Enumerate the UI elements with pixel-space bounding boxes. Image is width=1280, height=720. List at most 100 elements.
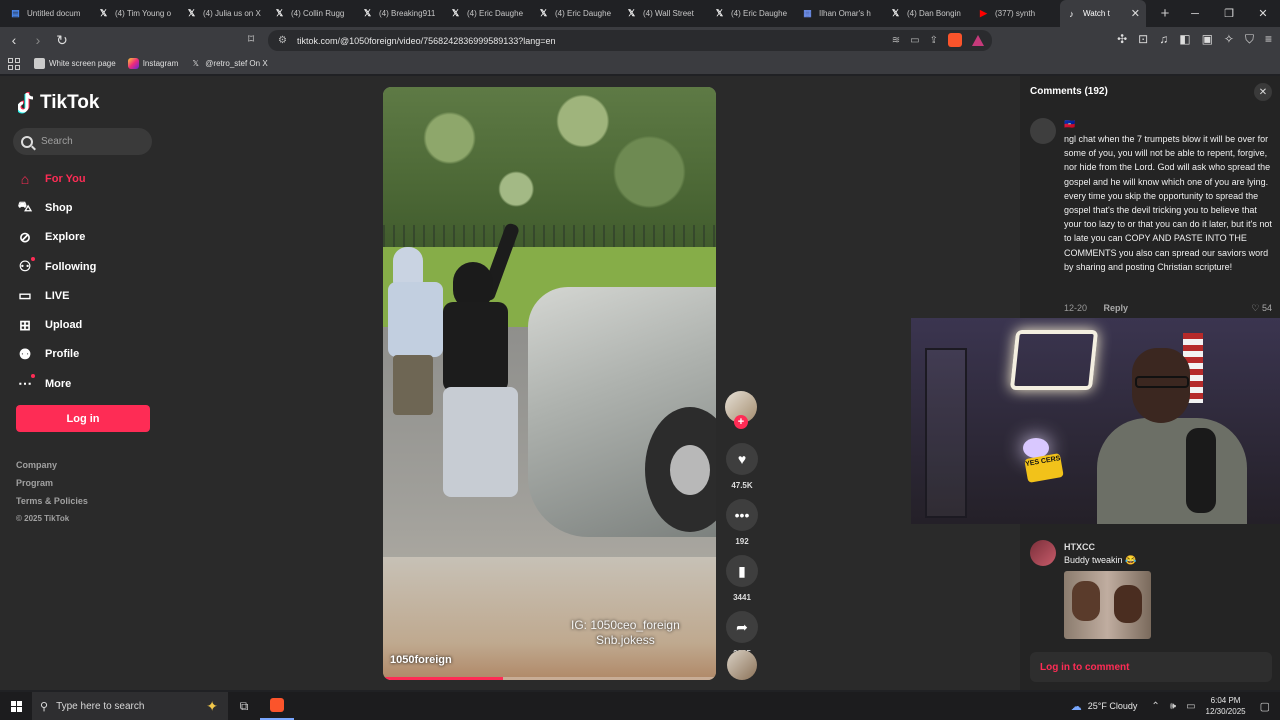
- cast-icon[interactable]: ▭: [910, 35, 919, 46]
- clock[interactable]: 6:04 PM 12/30/2025: [1206, 695, 1246, 717]
- webcam-shelf: [925, 348, 967, 518]
- search-placeholder: Search: [41, 136, 73, 147]
- tab-9[interactable]: ▦ Ilhan Omar's h: [796, 0, 884, 27]
- tab-12[interactable]: ♪ Watch t ✕: [1060, 0, 1146, 27]
- brave-shields-icon[interactable]: [948, 33, 962, 47]
- url-text: tiktok.com/@1050foreign/video/7568242836…: [296, 35, 556, 46]
- extensions-icon[interactable]: ✣: [1117, 32, 1127, 47]
- tab-title: (4) Wall Street: [643, 9, 694, 18]
- bookmark-retro-stef[interactable]: 𝕏 @retro_stef On X: [190, 58, 268, 69]
- vpn-shield-icon[interactable]: ⛉: [1245, 32, 1254, 47]
- nav-item-more[interactable]: ⋯ More: [16, 369, 96, 398]
- music-disc-icon[interactable]: [727, 650, 757, 680]
- comment-username[interactable]: 🇭🇹: [1064, 119, 1075, 130]
- close-tab-icon[interactable]: ✕: [1131, 7, 1140, 20]
- tab-6[interactable]: 𝕏 (4) Eric Daughe: [532, 0, 620, 27]
- reader-mode-icon[interactable]: ≋: [892, 35, 900, 46]
- login-button[interactable]: Log in: [16, 405, 150, 432]
- video-player[interactable]: IG: 1050ceo_foreign Snb.jokess 1050forei…: [383, 87, 716, 680]
- weather-widget[interactable]: ☁ 25°F Cloudy: [1071, 700, 1138, 713]
- nav-item-compass[interactable]: ⊘ Explore: [16, 223, 96, 252]
- leo-ai-icon[interactable]: ✧: [1224, 32, 1234, 47]
- tiktok-logo[interactable]: TikTok: [18, 92, 99, 114]
- close-window-icon[interactable]: ✕: [1246, 0, 1280, 27]
- minimize-icon[interactable]: ─: [1178, 0, 1212, 27]
- bookmarks-bar: White screen page Instagram 𝕏 @retro_ste…: [0, 53, 1280, 74]
- footer-link-program[interactable]: Program: [16, 478, 88, 496]
- tab-1[interactable]: 𝕏 (4) Tim Young o: [92, 0, 180, 27]
- webcam-sign: YES CERS: [1024, 453, 1064, 483]
- tab-11[interactable]: ▶ (377) synth: [972, 0, 1060, 27]
- footer-link-terms[interactable]: Terms & Policies: [16, 496, 88, 514]
- share-icon[interactable]: ⇪: [930, 35, 938, 46]
- login-to-comment[interactable]: Log in to comment: [1030, 652, 1272, 682]
- nav-item-profile[interactable]: ⚉ Profile: [16, 340, 96, 369]
- tray-chevron-icon[interactable]: ⌃: [1151, 701, 1159, 712]
- save-action[interactable]: ▮ 3441: [725, 555, 759, 602]
- screenshot-icon[interactable]: ⊡: [1138, 32, 1148, 47]
- comment-image[interactable]: [1064, 571, 1151, 639]
- bookmark-page-icon[interactable]: ⌑: [248, 32, 254, 46]
- share-arrow-icon[interactable]: ➦: [726, 611, 758, 643]
- comment-username[interactable]: HTXCC: [1064, 542, 1095, 552]
- tab-5[interactable]: 𝕏 (4) Eric Daughe: [444, 0, 532, 27]
- tab-10[interactable]: 𝕏 (4) Dan Bongin: [884, 0, 972, 27]
- task-view-icon[interactable]: ⧉: [228, 692, 260, 720]
- tab-2[interactable]: 𝕏 (4) Julia us on X: [180, 0, 268, 27]
- tab-8[interactable]: 𝕏 (4) Eric Daughe: [708, 0, 796, 27]
- brave-rewards-icon[interactable]: [972, 34, 984, 46]
- following-icon: ⚇: [16, 256, 35, 276]
- volume-icon[interactable]: 🕪: [1170, 701, 1176, 712]
- video-author[interactable]: 1050foreign: [390, 654, 452, 666]
- nav-item-following[interactable]: ⚇ Following: [16, 252, 96, 281]
- video-progress-bar[interactable]: [383, 677, 716, 680]
- apps-icon[interactable]: [8, 57, 20, 70]
- live-icon: ▭: [18, 287, 32, 304]
- avatar[interactable]: [1030, 118, 1056, 144]
- bookmark-icon[interactable]: ▮: [726, 555, 758, 587]
- forward-icon[interactable]: ›: [28, 30, 48, 50]
- bookmark-label: White screen page: [49, 59, 116, 68]
- reply-button[interactable]: Reply: [1104, 303, 1129, 313]
- sidebar: TikTok Search ⌂ For You ⛍ Shop ⊘ Explore ⚇ Foll…: [0, 76, 165, 690]
- wallet-icon[interactable]: ▣: [1202, 32, 1213, 47]
- like-action[interactable]: ♥ 47.5K: [725, 443, 759, 490]
- menu-icon[interactable]: ≡: [1265, 32, 1272, 47]
- bookmark-label: @retro_stef On X: [205, 59, 268, 68]
- comment-like[interactable]: ♡ 54: [1251, 303, 1272, 314]
- network-icon[interactable]: ▭: [1186, 701, 1195, 712]
- nav-item-home[interactable]: ⌂ For You: [16, 164, 96, 193]
- tab-4[interactable]: 𝕏 (4) Breaking911: [356, 0, 444, 27]
- nav-item-live[interactable]: ▭ LIVE: [16, 281, 96, 310]
- avatar[interactable]: [1030, 540, 1056, 566]
- nav-item-shop[interactable]: ⛍ Shop: [16, 193, 96, 222]
- back-icon[interactable]: ‹: [4, 30, 24, 50]
- windows-start-icon[interactable]: [0, 692, 32, 720]
- nav-item-upload[interactable]: ⊞ Upload: [16, 310, 96, 339]
- comment-action[interactable]: ••• 192: [725, 499, 759, 546]
- close-icon[interactable]: ✕: [1254, 83, 1272, 101]
- maximize-icon[interactable]: ❐: [1212, 0, 1246, 27]
- notification-icon[interactable]: ▢: [1260, 700, 1270, 713]
- home-icon: ⌂: [20, 170, 30, 187]
- new-tab-button[interactable]: +: [1154, 3, 1176, 25]
- bookmark-white-screen[interactable]: White screen page: [34, 58, 116, 69]
- site-settings-icon[interactable]: ⚙: [278, 35, 287, 46]
- heart-icon[interactable]: ♥: [726, 443, 758, 475]
- sidebar-toggle-icon[interactable]: ◧: [1179, 32, 1190, 47]
- tab-3[interactable]: 𝕏 (4) Collin Rugg: [268, 0, 356, 27]
- footer-link-company[interactable]: Company: [16, 460, 88, 478]
- tab-7[interactable]: 𝕏 (4) Wall Street: [620, 0, 708, 27]
- tab-title: (4) Collin Rugg: [291, 9, 345, 18]
- music-note-icon[interactable]: ♫: [1159, 32, 1168, 47]
- creator-avatar[interactable]: +: [725, 391, 757, 429]
- reload-icon[interactable]: ↻: [52, 30, 72, 50]
- bookmark-instagram[interactable]: Instagram: [127, 58, 178, 69]
- taskbar-search[interactable]: ⚲ Type here to search ✦: [32, 692, 228, 720]
- search-input[interactable]: Search: [13, 128, 152, 155]
- comment-icon[interactable]: •••: [726, 499, 758, 531]
- follow-plus-icon[interactable]: +: [734, 415, 748, 429]
- tab-0[interactable]: ▤ Untitled docum: [4, 0, 92, 27]
- address-bar[interactable]: ⚙ tiktok.com/@1050foreign/video/75682428…: [268, 30, 992, 51]
- brave-taskbar-icon[interactable]: [260, 692, 294, 720]
